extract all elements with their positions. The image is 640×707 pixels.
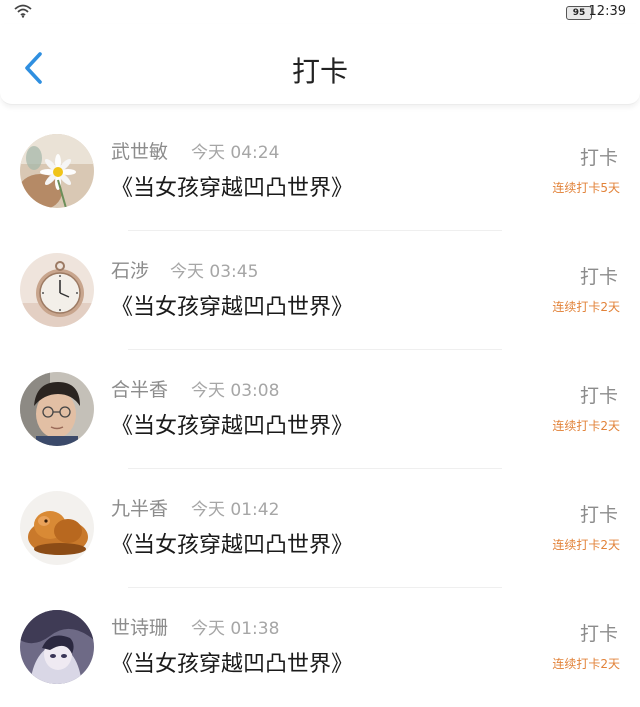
pocket-watch-avatar-image — [20, 253, 94, 327]
user-name: 九半香 — [111, 498, 169, 520]
wifi-icon — [14, 4, 32, 18]
checkin-label: 打卡 — [579, 385, 618, 407]
list-item[interactable]: 武世敏 今天 04:24 《当女孩穿越凹凸世界》 打卡 连续打卡5天 — [0, 112, 640, 231]
checkin-time: 今天 03:45 — [170, 262, 259, 282]
avatar[interactable] — [20, 134, 94, 208]
streak-label: 连续打卡2天 — [552, 657, 620, 671]
book-title[interactable]: 《当女孩穿越凹凸世界》 — [111, 412, 353, 442]
checkin-label: 打卡 — [579, 266, 618, 288]
avatar[interactable] — [20, 610, 94, 684]
user-name: 武世敏 — [111, 141, 169, 163]
avatar[interactable] — [20, 372, 94, 446]
book-title[interactable]: 《当女孩穿越凹凸世界》 — [111, 650, 353, 680]
list-item[interactable]: 石涉 今天 03:45 《当女孩穿越凹凸世界》 打卡 连续打卡2天 — [0, 231, 640, 350]
user-name: 石涉 — [111, 260, 150, 282]
daisy-avatar-image — [20, 134, 94, 208]
checkin-time: 今天 04:24 — [191, 143, 280, 163]
avatar[interactable] — [20, 491, 94, 565]
checkin-time: 今天 01:42 — [191, 500, 280, 520]
battery-level: 95 — [572, 8, 586, 18]
list-item[interactable]: 合半香 今天 03:08 《当女孩穿越凹凸世界》 打卡 连续打卡2天 — [0, 350, 640, 469]
checkin-label: 打卡 — [579, 147, 618, 169]
streak-label: 连续打卡2天 — [552, 538, 620, 552]
page-title: 打卡 — [291, 55, 348, 88]
book-title[interactable]: 《当女孩穿越凹凸世界》 — [111, 531, 353, 561]
avatar[interactable] — [20, 253, 94, 327]
streak-label: 连续打卡2天 — [552, 300, 620, 314]
header-bar: 打卡 — [0, 24, 640, 105]
list-item[interactable]: 九半香 今天 01:42 《当女孩穿越凹凸世界》 打卡 连续打卡2天 — [0, 469, 640, 588]
checkin-list: 武世敏 今天 04:24 《当女孩穿越凹凸世界》 打卡 连续打卡5天 石涉 今天… — [0, 112, 640, 707]
clock: 12:39 — [588, 4, 626, 19]
status-bar: 95 12:39 — [0, 0, 640, 24]
checkin-label: 打卡 — [579, 623, 618, 645]
wood-carving-avatar-image — [20, 491, 94, 565]
selfie-avatar-image — [20, 372, 94, 446]
list-item[interactable]: 世诗珊 今天 01:38 《当女孩穿越凹凸世界》 打卡 连续打卡2天 — [0, 588, 640, 707]
book-title[interactable]: 《当女孩穿越凹凸世界》 — [111, 293, 353, 323]
checkin-time: 今天 01:38 — [191, 619, 280, 639]
book-title[interactable]: 《当女孩穿越凹凸世界》 — [111, 174, 353, 204]
user-name: 合半香 — [111, 379, 169, 401]
streak-label: 连续打卡2天 — [552, 419, 620, 433]
streak-label: 连续打卡5天 — [552, 181, 620, 195]
user-name: 世诗珊 — [111, 617, 169, 639]
checkin-label: 打卡 — [579, 504, 618, 526]
anime-avatar-image — [20, 610, 94, 684]
checkin-time: 今天 03:08 — [191, 381, 280, 401]
